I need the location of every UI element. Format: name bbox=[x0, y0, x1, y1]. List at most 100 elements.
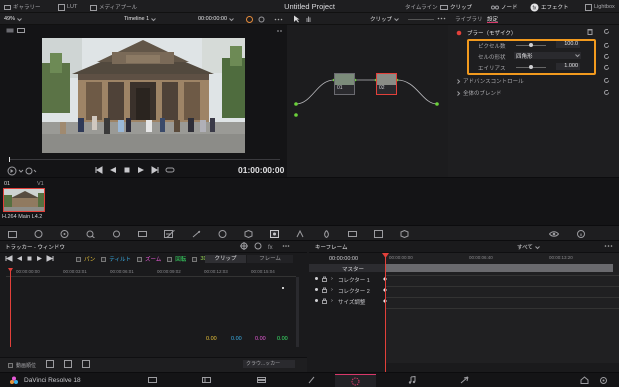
cell-shape-select[interactable]: 四角形 bbox=[514, 52, 581, 60]
more-options-icon[interactable] bbox=[604, 242, 613, 250]
window-icon[interactable] bbox=[244, 230, 253, 238]
alias-value[interactable]: 1.000 bbox=[556, 63, 580, 70]
blur-icon[interactable] bbox=[322, 230, 331, 238]
effects-button[interactable]: fx エフェクト bbox=[530, 3, 569, 11]
pointer-tool-icon[interactable] bbox=[293, 15, 300, 23]
track-forward-end-icon[interactable] bbox=[46, 255, 54, 262]
color-page-tab[interactable] bbox=[335, 374, 376, 387]
fx-icon[interactable]: fx bbox=[268, 242, 276, 250]
tracker-icon[interactable] bbox=[270, 230, 279, 238]
keyframe-row-master[interactable]: マスター bbox=[309, 264, 385, 273]
clip-thumbnail[interactable] bbox=[3, 188, 45, 212]
global-blend-section[interactable]: 全体のブレンド bbox=[456, 89, 502, 97]
scrub-bar[interactable] bbox=[10, 159, 280, 160]
frame-icon[interactable] bbox=[82, 360, 90, 368]
color-wheels-icon[interactable] bbox=[60, 230, 69, 238]
timeline-button[interactable]: タイムライン bbox=[405, 3, 438, 11]
tracker-ruler[interactable]: 00:00:00:00 00:00:03:01 00:00:06:01 00:0… bbox=[6, 267, 296, 277]
more-options-icon[interactable] bbox=[282, 242, 290, 250]
media-page-icon[interactable] bbox=[148, 376, 157, 384]
lock-icon[interactable] bbox=[322, 298, 327, 304]
zoom-select[interactable]: 49% bbox=[4, 15, 22, 23]
camera-raw-icon[interactable] bbox=[8, 230, 17, 238]
timeline-select[interactable]: Timeline 1 bbox=[124, 15, 157, 23]
tilt-checkbox[interactable] bbox=[101, 256, 107, 262]
tab-frame-mode[interactable]: フレーム bbox=[247, 255, 293, 263]
rgb-mixer-icon[interactable] bbox=[138, 230, 147, 238]
crosshair-icon[interactable] bbox=[240, 242, 248, 250]
qualifier-icon[interactable] bbox=[218, 230, 227, 238]
pan-checkbox[interactable] bbox=[76, 256, 81, 262]
add-point-icon[interactable] bbox=[46, 360, 54, 368]
reset-icon[interactable] bbox=[603, 42, 610, 49]
rotate-checkbox[interactable] bbox=[167, 256, 173, 262]
node-mode-select[interactable]: クリップ bbox=[370, 15, 399, 23]
tab-library[interactable]: ライブラリ bbox=[455, 15, 483, 23]
media-pool-button[interactable]: メディアプール bbox=[90, 3, 137, 11]
cloud-tracker-select[interactable]: クラウ...ッカー bbox=[243, 360, 295, 368]
keyframe-playhead[interactable] bbox=[385, 254, 386, 372]
play-icon[interactable] bbox=[137, 166, 145, 174]
lock-icon[interactable] bbox=[322, 276, 327, 282]
track-reverse-start-icon[interactable] bbox=[5, 255, 13, 262]
sizing-icon[interactable] bbox=[374, 230, 383, 238]
hdr-icon[interactable] bbox=[112, 230, 121, 238]
lock-icon[interactable] bbox=[322, 287, 327, 293]
play-reverse-icon[interactable] bbox=[109, 166, 117, 174]
scopes-icon[interactable] bbox=[549, 230, 559, 238]
effect-enable-icon[interactable] bbox=[456, 30, 462, 36]
reset-icon[interactable] bbox=[603, 89, 610, 96]
keyframe-filter-select[interactable]: すべて bbox=[517, 243, 540, 251]
split-view-icon[interactable] bbox=[17, 28, 25, 33]
settings-icon[interactable] bbox=[254, 242, 262, 250]
fusion-page-icon[interactable] bbox=[307, 376, 316, 384]
track-forward-icon[interactable] bbox=[36, 255, 43, 262]
stop-icon[interactable] bbox=[123, 166, 131, 174]
home-icon[interactable] bbox=[580, 376, 589, 384]
tab-settings[interactable]: 設定 bbox=[487, 15, 499, 23]
zoom-checkbox[interactable] bbox=[136, 256, 142, 262]
lut-button[interactable]: LUT bbox=[58, 3, 77, 11]
node-zoom-slider[interactable] bbox=[408, 19, 434, 20]
playback-mode-icon[interactable] bbox=[7, 166, 37, 176]
curves-icon[interactable] bbox=[166, 230, 175, 238]
deliver-page-icon[interactable] bbox=[460, 376, 469, 384]
reset-icon[interactable] bbox=[603, 28, 610, 35]
advanced-controls-section[interactable]: アドバンスコントロール bbox=[456, 77, 524, 85]
trash-icon[interactable] bbox=[587, 28, 593, 35]
node-editor[interactable]: 01 02 bbox=[287, 25, 448, 177]
fairlight-page-icon[interactable] bbox=[408, 376, 417, 384]
cut-page-icon[interactable] bbox=[202, 376, 211, 384]
keyframe-row-corrector-2[interactable]: › コレクター 2 bbox=[309, 286, 385, 295]
slider-handle[interactable] bbox=[529, 65, 533, 69]
skip-end-icon[interactable] bbox=[151, 166, 159, 174]
primaries-icon[interactable] bbox=[86, 230, 95, 238]
skip-start-icon[interactable] bbox=[95, 166, 103, 174]
more-options-icon[interactable] bbox=[437, 15, 446, 22]
tracker-playhead[interactable] bbox=[10, 269, 11, 347]
remove-point-icon[interactable] bbox=[64, 360, 72, 368]
key-icon[interactable] bbox=[348, 230, 357, 238]
reset-icon[interactable] bbox=[603, 64, 610, 71]
color-wheel-icon[interactable] bbox=[246, 16, 253, 23]
info-icon[interactable] bbox=[577, 230, 585, 238]
node-02[interactable]: 02 bbox=[376, 73, 397, 95]
color-match-icon[interactable] bbox=[34, 230, 43, 238]
track-reverse-icon[interactable] bbox=[16, 255, 23, 262]
clips-button[interactable]: クリップ bbox=[440, 3, 472, 11]
more-options-icon[interactable] bbox=[274, 16, 283, 23]
viewer-timecode[interactable]: 00:00:00:00 bbox=[198, 15, 234, 23]
keyframe-row-sizing[interactable]: › サイズ調整 bbox=[309, 297, 385, 306]
gallery-button[interactable]: ギャラリー bbox=[4, 3, 41, 11]
3d-icon[interactable] bbox=[400, 230, 409, 238]
tracker-scrollbar[interactable] bbox=[296, 277, 299, 347]
keyframe-ruler[interactable]: 00:00:00:00 00:00:06:40 00:00:13:20 bbox=[385, 255, 619, 263]
gear-icon[interactable] bbox=[599, 376, 608, 385]
nodes-button[interactable]: ノード bbox=[491, 3, 518, 11]
slider-handle[interactable] bbox=[529, 43, 533, 47]
stop-icon[interactable] bbox=[26, 255, 33, 262]
edit-page-icon[interactable] bbox=[257, 376, 266, 384]
interactive-checkbox[interactable] bbox=[8, 363, 13, 368]
reset-icon[interactable] bbox=[603, 77, 610, 84]
magic-mask-icon[interactable] bbox=[296, 230, 305, 238]
